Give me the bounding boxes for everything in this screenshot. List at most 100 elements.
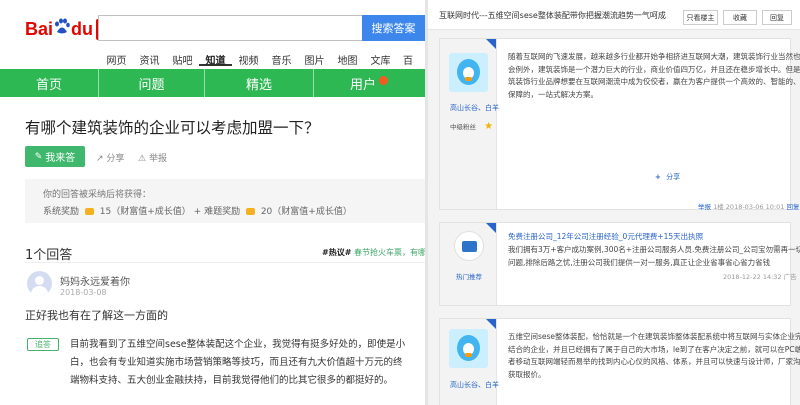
nav-item-more[interactable]: 百 — [397, 52, 419, 67]
post-meta: 举报 1楼 2018-03-06 10:01 回复 — [698, 201, 799, 211]
plus-sign: + — [193, 207, 202, 217]
post-report-link[interactable]: 举报 — [698, 203, 711, 211]
bird-beak — [465, 77, 472, 81]
post-line: 筑装饰行业品牌想要在互联网潮流中成为佼佼者，赢在为客户提供一个高效的、智能的、有 — [508, 77, 800, 86]
ad-line: 问题,排除后路之忧,注册公司我们提供一对一服务,真正让企业省事省心省力省钱 — [508, 257, 771, 267]
post-line: 获取报价。 — [508, 369, 546, 379]
answer-count: 1个回答 — [25, 248, 73, 263]
plus-icon: + — [655, 173, 661, 181]
answer-username[interactable]: 妈妈永远爱着你 — [60, 273, 130, 288]
nav-item-web[interactable]: 网页 — [100, 52, 133, 67]
nav-item-image[interactable]: 图片 — [298, 52, 331, 67]
report-link[interactable]: ⚠ 举报 — [138, 151, 167, 164]
nav-item-news[interactable]: 资讯 — [133, 52, 166, 67]
tab-featured[interactable]: 精选 — [205, 69, 313, 97]
logo-du: du — [71, 18, 94, 39]
post-username[interactable]: 高山长谷、白羊 — [450, 380, 499, 390]
post-line: 者移动互联网端轻而易举的找到内心心仪的风格、体系，并且可以快速与设计师，厂家沟通 — [508, 357, 800, 366]
hot-tag: #热议# — [322, 248, 352, 257]
hot-recommend-label: 热门推荐 — [456, 273, 482, 281]
system-reward-value: 15（财富值+成长值） — [99, 207, 191, 217]
nav-divider — [313, 69, 314, 97]
avatar[interactable] — [449, 329, 488, 368]
favorite-button[interactable]: 收藏 — [723, 10, 757, 25]
star-badge-icon: ★ — [484, 121, 494, 132]
post-line: 会例外，建筑装饰是一个潜力巨大的行业，商业价值四万亿，并且还在稳步增长中。但是建 — [508, 64, 800, 74]
avatar-head — [35, 276, 44, 285]
post-card: 高山长谷、白羊 五维空间sese整体装配，恰恰就是一个在建筑装饰整体装配系统中将… — [439, 318, 800, 405]
paw-icon — [54, 18, 70, 40]
ad-meta: 2018-12-22 14:32 广告 — [723, 271, 797, 281]
ad-card: 热门推荐 免费注册公司_12年公司注册经验_0元代理费+15天出执照 我们拥有3… — [439, 222, 800, 306]
toolbox-icon — [454, 231, 484, 261]
reward-details: 系统奖励 15（财富值+成长值） + 难题奖励 20（财富值+成长值） — [43, 204, 352, 217]
post-line: 保障的，一站式解决方案。 — [508, 89, 598, 99]
search-input[interactable] — [98, 15, 362, 41]
post-share-label: 分享 — [666, 173, 681, 181]
user-level-label: 中级粉丝 — [450, 123, 476, 131]
post-date: 2018-03-06 10:01 — [725, 203, 785, 211]
report-label: 举报 — [148, 154, 167, 164]
hot-topic[interactable]: #热议# 春节抢火车票，有哪 — [322, 247, 425, 258]
ad-title-link[interactable]: 免费注册公司_12年公司注册经验_0元代理费+15天出执照 — [508, 231, 703, 242]
nav-item-map[interactable]: 地图 — [331, 52, 364, 67]
follow-up-text: 目前我看到了五维空间sese整体装配这个企业，我觉得有挺多好处的，即使是小 白，… — [70, 336, 415, 390]
ad-date: 2018-12-22 14:32 — [723, 273, 782, 281]
divider — [25, 262, 425, 263]
bounty-reward-value: 20（财富值+成长值） — [260, 207, 352, 217]
coin-icon — [245, 208, 255, 215]
tieba-thread-page: 互联网时代---五维空间sese整体装配带你把握潮流趋势一气呵成 只看楼主 收藏… — [428, 0, 800, 405]
follow-up-badge: 追答 — [27, 338, 59, 351]
hot-badge-icon — [379, 75, 388, 85]
post-line: 结合的企业，并且已经拥有了属于自己的大市场，le到了在客户决定之前，就可以在PC… — [508, 344, 800, 354]
bird-beak — [465, 353, 472, 357]
avatar[interactable] — [27, 271, 52, 296]
hot-topic-link[interactable]: 春节抢火车票，有哪 — [354, 248, 425, 257]
bounty-reward-label: 难题奖励 — [204, 207, 241, 217]
green-nav-bar: 首页 问题 精选 用户 — [0, 69, 425, 97]
ad-tag: 广告 — [783, 273, 797, 281]
answer-text: 正好我也有在了解这一方面的 — [25, 309, 168, 322]
top-nav: 网页 资讯 贴吧 知道 视频 音乐 图片 地图 文库 百 — [100, 52, 425, 67]
logo-bai: Bai — [25, 18, 54, 39]
post-username[interactable]: 高山长谷、白羊 — [450, 103, 499, 113]
post-card: 高山长谷、白羊 中级粉丝 ★ 随着互联网的飞速发展，越来越多行业都开始争相挤进互… — [439, 38, 800, 211]
follow-up-line: 端物料支持、五大创业金融扶持，目前我觉得他们的比其它很多的都挺好的。 — [70, 375, 394, 386]
answer-button-label: 我来答 — [45, 153, 76, 164]
user-level: 中级粉丝 ★ — [450, 121, 493, 132]
ribbon-icon — [486, 223, 496, 233]
reply-button[interactable]: 回复 — [762, 10, 792, 25]
nav-item-wenku[interactable]: 文库 — [364, 52, 397, 67]
baidu-zhidao-page: Bai du 知道 搜索答案 网页 资讯 贴吧 知道 视频 音乐 图片 地图 文… — [0, 0, 425, 405]
post-floor: 1楼 — [713, 203, 724, 211]
post-content: 五维空间sese整体装配，恰恰就是一个在建筑装饰整体装配系统中将互联网与实体企业… — [508, 331, 800, 381]
ad-line: 我们拥有3万+客户成功案例,300名+注册公司服务人员.免费注册公司_公司宝勿需… — [508, 245, 800, 254]
nav-item-video[interactable]: 视频 — [232, 52, 265, 67]
follow-up-line: 白，也会有专业知道实施市场营销策略等技巧，而且还有九大价值超十万元的终 — [70, 357, 403, 368]
search-answer-button[interactable]: 搜索答案 — [362, 15, 425, 41]
thread-header: 互联网时代---五维空间sese整体装配带你把握潮流趋势一气呵成 只看楼主 收藏… — [428, 0, 800, 30]
tab-questions[interactable]: 问题 — [99, 69, 204, 97]
share-icon: ↗ — [96, 154, 104, 164]
question-title: 有哪个建筑装饰的企业可以考虑加盟一下？ — [25, 119, 320, 137]
post-share-button[interactable]: + 分享 — [655, 172, 680, 182]
coin-icon — [84, 208, 94, 215]
post-reply-link[interactable]: 回复 — [786, 203, 799, 211]
tab-home[interactable]: 首页 — [0, 69, 98, 97]
system-reward-label: 系统奖励 — [43, 207, 80, 217]
nav-item-tieba[interactable]: 贴吧 — [166, 52, 199, 67]
nav-item-music[interactable]: 音乐 — [265, 52, 298, 67]
nav-item-zhidao[interactable]: 知道 — [199, 52, 232, 67]
post-line: 随着互联网的飞速发展，越来越多行业都开始争相挤进互联网大潮，建筑装饰行业当然也不 — [508, 52, 800, 61]
report-icon: ⚠ — [138, 154, 147, 164]
share-link[interactable]: ↗ 分享 — [96, 151, 124, 164]
only-op-button[interactable]: 只看楼主 — [683, 10, 718, 25]
reward-intro: 你的回答被采纳后将获得： — [43, 190, 152, 200]
nav-divider — [98, 69, 99, 97]
post-content: 随着互联网的飞速发展，越来越多行业都开始争相挤进互联网大潮，建筑装饰行业当然也不… — [508, 51, 800, 101]
tab-users[interactable]: 用户 — [314, 69, 424, 97]
share-label: 分享 — [106, 154, 125, 164]
avatar[interactable] — [449, 53, 488, 92]
thread-title: 互联网时代---五维空间sese整体装配带你把握潮流趋势一气呵成 — [439, 11, 666, 20]
answer-button[interactable]: ✎ 我来答 — [25, 146, 85, 167]
